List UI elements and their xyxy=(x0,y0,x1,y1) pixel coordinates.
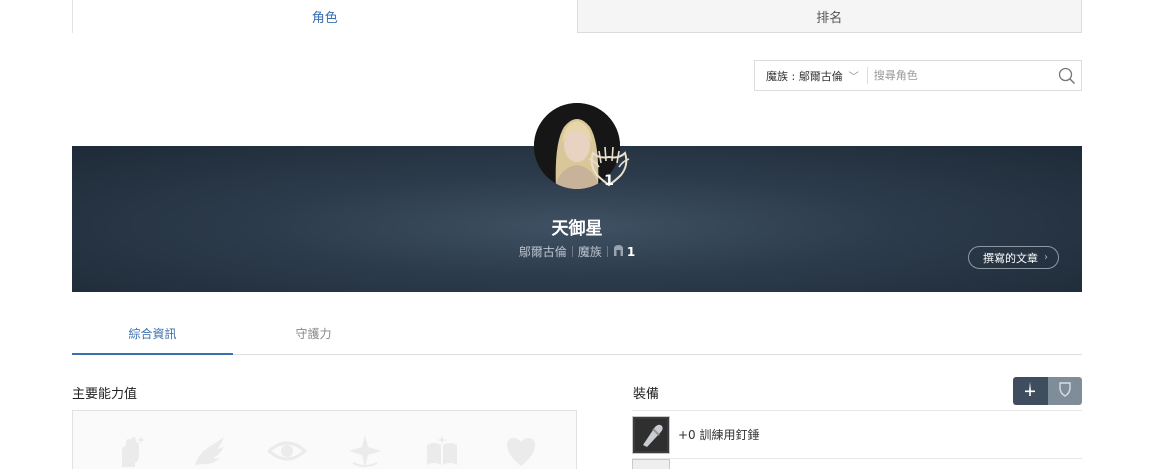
search-icon[interactable] xyxy=(1053,61,1081,90)
tab-ranking[interactable]: 排名 xyxy=(576,0,1082,33)
book-icon xyxy=(424,433,460,469)
character-level: 1 xyxy=(626,244,636,259)
written-posts-button[interactable]: 撰寫的文章 › xyxy=(968,246,1059,269)
helmet-icon xyxy=(613,244,624,260)
sword-icon xyxy=(1023,381,1037,401)
mace-icon xyxy=(632,415,670,454)
equipment-item-name: +0 訓練用釘錘 xyxy=(678,428,760,442)
star-burst-icon xyxy=(347,433,383,469)
server-select-label: 魔族 : 鄔爾古倫 xyxy=(766,69,843,83)
written-posts-label: 撰寫的文章 xyxy=(983,251,1038,265)
character-name: 天御星 xyxy=(551,219,603,239)
divider xyxy=(571,246,573,257)
equipment-slot-icon xyxy=(632,459,670,469)
stats-title: 主要能力值 xyxy=(72,387,138,402)
heart-icon xyxy=(503,433,539,469)
equipment-item[interactable] xyxy=(632,459,1082,469)
chevron-down-icon: ﹀ xyxy=(848,72,859,83)
character-race: 魔族 xyxy=(577,245,602,259)
character-meta: 鄔爾古倫 魔族 1 xyxy=(72,243,1082,260)
divider xyxy=(606,246,608,257)
tab-overview[interactable]: 綜合資訊 xyxy=(72,313,233,355)
sub-tabs: 綜合資訊 守護力 xyxy=(72,313,1082,355)
equipment-title: 裝備 xyxy=(633,387,660,402)
wing-icon xyxy=(191,433,227,469)
stats-panel xyxy=(72,410,577,469)
search-bar: 魔族 : 鄔爾古倫 ﹀ xyxy=(754,60,1082,91)
server-select[interactable]: 魔族 : 鄔爾古倫 ﹀ xyxy=(755,67,868,84)
chevron-right-icon: › xyxy=(1044,252,1048,263)
tab-guardian-power[interactable]: 守護力 xyxy=(233,313,394,354)
legion-emblem-icon: 1 xyxy=(583,141,635,193)
toggle-weapon-view[interactable] xyxy=(1013,377,1048,405)
character-server: 鄔爾古倫 xyxy=(518,245,567,259)
shield-icon xyxy=(1058,381,1072,401)
emblem-level: 1 xyxy=(604,173,614,189)
search-input[interactable] xyxy=(867,69,1053,82)
fist-icon xyxy=(113,433,149,469)
tab-character[interactable]: 角色 xyxy=(72,0,577,33)
toggle-appearance-view[interactable] xyxy=(1047,377,1082,405)
eye-icon xyxy=(266,433,308,469)
equipment-list: +0 訓練用釘錘 xyxy=(632,410,1082,469)
top-tabs: 角色 排名 xyxy=(72,0,1082,33)
equipment-item[interactable]: +0 訓練用釘錘 xyxy=(632,411,1082,459)
equipment-view-toggle xyxy=(1013,377,1082,405)
